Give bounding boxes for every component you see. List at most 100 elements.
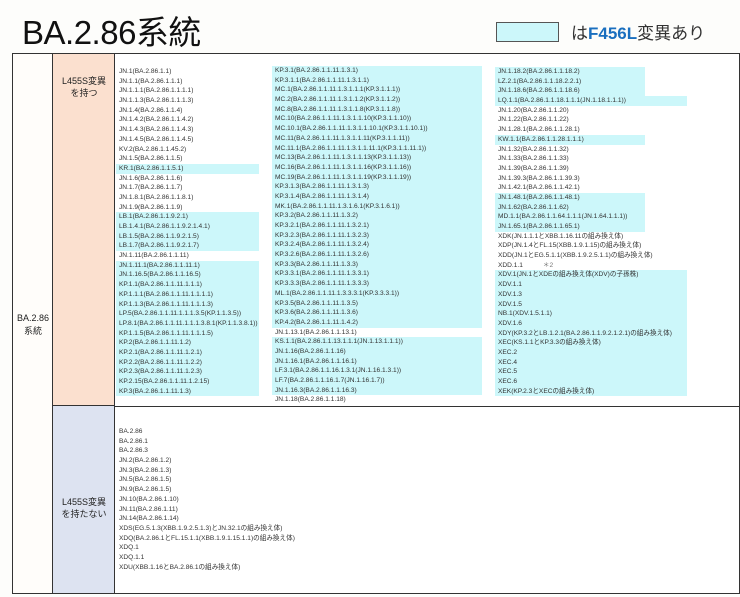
variant-label: JN.1.16(BA.2.86.1.1.16) xyxy=(275,347,346,355)
variant-item-f456l: MC.13(BA.2.86.1.1.11.1.3.1.1.13(KP.3.1.1… xyxy=(272,153,482,163)
variant-label: JN.1.5(BA.2.86.1.1.5) xyxy=(119,155,183,163)
variant-label: KP.3.1.4(BA.2.86.1.1.11.1.3.1.4) xyxy=(275,192,369,200)
variant-label: KP.3.1.3(BA.2.86.1.1.11.1.3.1.3) xyxy=(275,183,369,191)
variant-label: JN.1.7(BA.2.86.1.1.7) xyxy=(119,184,183,192)
variant-label: XDY(KP.3.2とLB.1.2.1(BA.2.86.1.1.9.2.1.2.… xyxy=(498,329,672,337)
variant-label: MC.11(BA.2.86.1.1.11.1.3.1.1.11(KP.3.1.1… xyxy=(275,134,410,142)
variant-item-f456l: MC.16(BA.2.86.1.1.11.1.3.1.1.16(KP.3.1.1… xyxy=(272,162,482,173)
variant-label: JN.1.33(BA.2.86.1.1.33) xyxy=(498,155,569,163)
variant-label: KP.3.3.3(BA.2.86.1.1.11.1.3.3.3) xyxy=(275,280,369,288)
variant-item: JN.1.18(BA.2.86.1.1.18) xyxy=(272,395,494,405)
lineage-label-line2: 系統 xyxy=(23,326,42,336)
variant-label: XDD(JN.1とEG.5.1.1(XBB.1.9.2.5.1.1)の組み換え体… xyxy=(498,252,653,260)
variant-label: KP.2.2(BA.2.86.1.1.11.1.2.2) xyxy=(119,358,202,366)
variant-item-f456l: KR.1(BA.2.86.1.1.5.1) xyxy=(116,163,259,174)
variant-label: MC.16(BA.2.86.1.1.11.1.3.1.1.16(KP.3.1.1… xyxy=(275,163,412,171)
variant-item: JN.10(BA.2.86.1.10) xyxy=(119,495,179,503)
variant-label: JN.1.4.5(BA.2.86.1.1.4.5) xyxy=(119,135,194,143)
variant-label: KP.3.1(BA.2.86.1.1.11.1.3.1) xyxy=(275,67,358,74)
variant-label: KP.2.1(BA.2.86.1.1.11.1.2.1) xyxy=(119,348,202,356)
variant-item-f456l: XDY(KP.3.2とLB.1.2.1(BA.2.86.1.1.9.2.1.2.… xyxy=(495,328,687,339)
variant-label: JN.1.6(BA.2.86.1.1.6) xyxy=(119,174,183,182)
variant-label: XDK(JN.1.1.1とXBB.1.16.11の組み換え体) xyxy=(498,232,624,240)
variant-item-f456l: XDV.1.3 xyxy=(495,289,687,300)
variant-label: KP.1.1(BA.2.86.1.1.11.1.1.1) xyxy=(119,281,202,289)
variant-item-f456l: MC.10.1(BA.2.86.1.1.11.1.3.1.1.10.1(KP.3… xyxy=(272,124,482,134)
variant-item-f456l: XDV.1.5 xyxy=(495,299,687,310)
variant-item-f456l: LZ.2.1(BA.2.86.1.1.18.2.2.1) xyxy=(495,76,645,87)
variant-item-f456l: KP.3.1.3(BA.2.86.1.1.11.1.3.1.3) xyxy=(272,182,482,192)
variant-item-f456l: LB.1.4.1(BA.2.86.1.1.9.2.1.4.1) xyxy=(116,222,259,232)
variant-label: JN.1.1.3(BA.2.86.1.1.1.3) xyxy=(119,97,194,105)
variant-item: JN.1.8.1(BA.2.86.1.1.8.1) xyxy=(116,193,272,203)
variant-item: XDU(XBB.1.16とBA.2.86.1の組み換え体) xyxy=(119,563,241,571)
variant-label: KP.3.6(BA.2.86.1.1.11.1.3.6) xyxy=(275,309,358,317)
variant-label: KP.1.1.1(BA.2.86.1.1.11.1.1.1.1) xyxy=(119,290,213,298)
variant-label: MD.1.1(BA.2.86.1.1.64.1.1.1(JN.1.64.1.1.… xyxy=(498,213,628,221)
variant-item-f456l: JN.1.16.1(BA.2.86.1.1.16.1) xyxy=(272,356,482,367)
variant-item: XDP(JN.1.4とFL.15(XBB.1.9.1.15)の組み換え体) xyxy=(495,241,740,251)
variant-item: JN.14(BA.2.86.1.14) xyxy=(119,515,179,523)
variant-item: XDS(EG.5.1.3(XBB.1.9.2.5.1.3)とJN.32.1の組み… xyxy=(119,524,283,532)
variant-item-f456l: MK.1(BA.2.86.1.1.11.1.3.1.6.1(KP.3.1.6.1… xyxy=(272,201,482,212)
variant-label: KS.1.1(BA.2.86.1.1.13.1.1.1(JN.1.13.1.1.… xyxy=(275,338,403,346)
variant-item: XDQ.1 xyxy=(119,544,139,552)
variant-item: JN.1.39.3(BA.2.86.1.1.39.3) xyxy=(495,174,740,184)
legend: はF456L変異あり xyxy=(496,19,705,44)
variant-item-f456l: KP.3.3.1(BA.2.86.1.1.11.1.3.3.1) xyxy=(272,269,482,280)
variant-label: MC.1(BA.2.86.1.1.11.1.3.1.1.1(KP.3.1.1.1… xyxy=(275,86,401,94)
variant-label: LB.1.5(BA.2.86.1.1.9.2.1.5) xyxy=(119,232,199,240)
variant-label: KP.3.5(BA.2.86.1.1.11.1.3.5) xyxy=(275,299,358,307)
variant-label: KP.3.2.1(BA.2.86.1.1.11.1.3.2.1) xyxy=(275,222,369,229)
lineage-cell: BA.2.86 系統 xyxy=(13,54,53,593)
variant-item: JN.11(BA.2.86.1.11) xyxy=(119,505,178,513)
variant-item-f456l: XEC.4 xyxy=(495,357,687,368)
variant-label: JN.1.22(BA.2.86.1.1.22) xyxy=(498,116,569,124)
variant-label: JN.1.18.2(BA.2.86.1.1.18.2) xyxy=(498,68,580,75)
variant-label: MC.19(BA.2.86.1.1.11.1.3.1.1.19(KP.3.1.1… xyxy=(275,173,412,181)
variant-label: JN.1.11.1(BA.2.86.1.1.11.1) xyxy=(119,261,200,269)
variant-label: MC.10(BA.2.86.1.1.11.1.3.1.1.10(KP.3.1.1… xyxy=(275,115,412,123)
variant-item: JN.1.1.1(BA.2.86.1.1.1.1) xyxy=(116,86,272,96)
variant-item-f456l: JN.1.16.5(BA.2.86.1.1.16.5) xyxy=(116,270,259,281)
variant-item-f456l: JN.1.48.1(BA.2.86.1.1.48.1) xyxy=(495,192,645,203)
variant-item-f456l: JN.1.18.6(BA.2.86.1.1.18.6) xyxy=(495,86,645,97)
group-with-l455s: L455S変異 を持つ xyxy=(53,54,115,406)
variant-item-f456l: LQ.1.1(BA.2.86.1.1.18.1.1.1(JN.1.18.1.1.… xyxy=(495,96,687,106)
variant-label: NB.1(XDV.1.5.1.1) xyxy=(498,310,552,318)
variant-item: JN.1.4.5(BA.2.86.1.1.4.5) xyxy=(116,135,272,145)
variant-label: JN.1.4.3(BA.2.86.1.1.4.3) xyxy=(119,126,194,134)
variant-label: XEC.2 xyxy=(498,348,518,356)
variant-label: KV.2(BA.2.86.1.1.45.2) xyxy=(119,145,187,153)
variant-item-f456l: KP.2.3(BA.2.86.1.1.11.1.2.3) xyxy=(116,367,259,377)
variant-item-f456l: XDV.1.6 xyxy=(495,318,687,329)
variant-item-f456l: KP.3.1.1(BA.2.86.1.1.11.1.3.1.1) xyxy=(272,75,482,86)
page-title: BA.2.86系統 xyxy=(22,14,201,51)
variant-label: KP.2.3(BA.2.86.1.1.11.1.2.3) xyxy=(119,368,202,376)
variant-label: JN.1.20(BA.2.86.1.1.20) xyxy=(498,106,569,114)
variant-label: LB.1.7(BA.2.86.1.1.9.2.1.7) xyxy=(119,242,199,250)
variant-item: JN.9(BA.2.86.1.5) xyxy=(119,486,172,494)
legend-prefix: は xyxy=(571,24,588,43)
variant-item-f456l: JN.1.18.2(BA.2.86.1.1.18.2) xyxy=(495,67,645,77)
variant-item-f456l: MC.11(BA.2.86.1.1.11.1.3.1.1.11(KP.3.1.1… xyxy=(272,133,482,144)
variant-item-f456l: KP.4.2(BA.2.86.1.1.11.1.4.2) xyxy=(272,317,482,328)
variant-label: JN.1.18(BA.2.86.1.1.18) xyxy=(275,396,346,404)
variant-label: JN.1.65.1(BA.2.86.1.1.65.1) xyxy=(498,223,580,230)
variant-item-f456l: XEC.5 xyxy=(495,367,687,377)
variant-label: JN.1.1.1(BA.2.86.1.1.1.1) xyxy=(119,87,194,95)
variant-label: JN.1.11(BA.2.86.1.1.11) xyxy=(119,252,189,260)
variant-item: JN.1.1(BA.2.86.1.1.1) xyxy=(116,77,272,87)
variant-label: JN.1.42.1(BA.2.86.1.1.42.1) xyxy=(498,184,580,192)
variant-label: XDP(JN.1.4とFL.15(XBB.1.9.1.15)の組み換え体) xyxy=(498,242,642,250)
variant-label: KP.3.2.6(BA.2.86.1.1.11.1.3.2.6) xyxy=(275,251,369,259)
variant-item-f456l: NB.1(XDV.1.5.1.1) xyxy=(495,309,687,319)
variant-item: JN.1.11(BA.2.86.1.1.11) xyxy=(116,251,272,261)
variant-label: XDV.1.6 xyxy=(498,319,522,327)
variant-item-f456l: MC.2(BA.2.86.1.1.11.1.3.1.1.2(KP.3.1.1.2… xyxy=(272,95,482,105)
variant-label: JN.1.1(BA.2.86.1.1.1) xyxy=(119,77,183,85)
variant-list-col3: JN.1.18.2(BA.2.86.1.1.18.2) LZ.2.1(BA.2.8… xyxy=(495,67,740,397)
variant-item-f456l: KW.1.1(BA.2.86.1.1.28.1.1.1) xyxy=(495,134,645,145)
variant-label: KP.1.1.3(BA.2.86.1.1.11.1.1.1.3) xyxy=(119,300,213,308)
variant-item: JN.5(BA.2.86.1.5) xyxy=(119,476,172,484)
